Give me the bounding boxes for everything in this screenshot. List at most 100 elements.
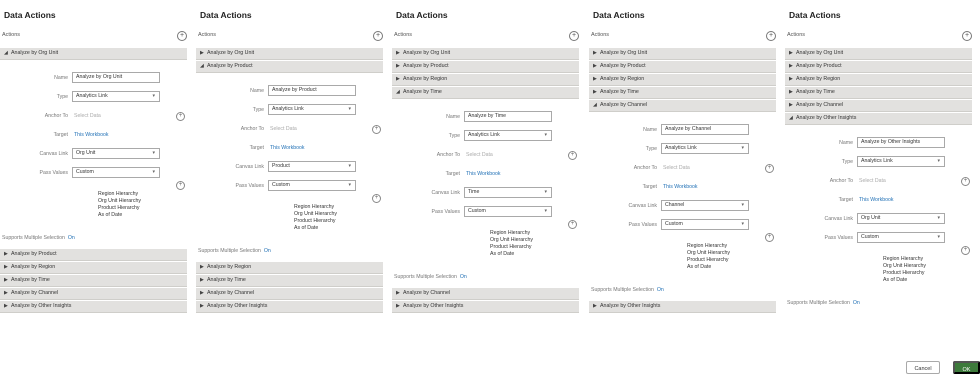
name-input[interactable]: Analyze by Other Insights [857,137,945,148]
pass-values-select[interactable]: Custom ▾ [661,219,749,230]
action-item[interactable]: ▶ Analyze by Channel [392,288,579,300]
canvas-link-select[interactable]: Org Unit ▾ [857,213,945,224]
add-action-icon[interactable]: + [766,31,776,41]
target-link[interactable]: This Workbook [270,141,305,155]
add-value-icon[interactable]: + [961,246,970,255]
anchor-select[interactable]: Select Data [74,109,101,123]
canvas-link-select[interactable]: Product ▾ [268,161,356,172]
chevron-down-icon: ▾ [544,189,547,195]
name-input[interactable]: Analyze by Time [464,111,552,122]
action-item[interactable]: ▶ Analyze by Region [785,74,972,86]
form-row: Target This Workbook [196,141,383,155]
anchor-select[interactable]: Select Data [663,161,690,175]
pass-values-label: Pass Values [235,183,264,189]
pass-values-select[interactable]: Custom ▾ [857,232,945,243]
anchor-select[interactable]: Select Data [270,122,297,136]
add-anchor-icon[interactable]: + [176,112,185,121]
add-anchor-icon[interactable]: + [765,164,774,173]
pass-values-select[interactable]: Custom ▾ [72,167,160,178]
type-select[interactable]: Analytics Link ▾ [661,143,749,154]
target-link[interactable]: This Workbook [663,180,698,194]
add-action-icon[interactable]: + [962,31,972,41]
action-item[interactable]: ▶ Analyze by Time [785,87,972,99]
type-select[interactable]: Analytics Link ▾ [464,130,552,141]
action-item[interactable]: ▶ Analyze by Channel [196,288,383,300]
action-item[interactable]: ▶ Analyze by Time [196,275,383,287]
pass-value-item: Region Hierarchy [687,243,728,249]
add-anchor-icon[interactable]: + [961,177,970,186]
anchor-select[interactable]: Select Data [466,148,493,162]
target-link[interactable]: This Workbook [859,193,894,207]
action-item[interactable]: ▶ Analyze by Org Unit [589,48,776,60]
action-item[interactable]: ▶ Analyze by Region [196,262,383,274]
canvas-link-value: Product [272,163,290,169]
action-item[interactable]: ◢ Analyze by Other Insights [785,113,972,125]
action-item[interactable]: ▶ Analyze by Product [589,61,776,73]
action-item[interactable]: ▶ Analyze by Time [0,275,187,287]
add-anchor-icon[interactable]: + [568,151,577,160]
canvas-link-select[interactable]: Time ▾ [464,187,552,198]
action-item[interactable]: ▶ Analyze by Channel [0,288,187,300]
name-input[interactable]: Analyze by Product [268,85,356,96]
action-item[interactable]: ▶ Analyze by Org Unit [392,48,579,60]
canvas-link-select[interactable]: Org Unit ▾ [72,148,160,159]
action-item[interactable]: ◢ Analyze by Org Unit [0,48,187,60]
action-item-label: Analyze by Region [207,264,252,270]
data-actions-panel: Data Actions Actions + ▶ Analyze by Org Unit… [196,0,391,379]
chevron-right-icon: ▶ [789,102,793,108]
supports-multiple-selection-toggle[interactable]: On [264,248,271,254]
chevron-right-icon: ▶ [593,89,597,95]
target-link[interactable]: This Workbook [74,128,109,142]
form-row: Type Analytics Link ▾ [196,103,383,117]
action-item[interactable]: ▶ Analyze by Region [589,74,776,86]
add-action-icon[interactable]: + [569,31,579,41]
add-action-icon[interactable]: + [373,31,383,41]
action-item[interactable]: ◢ Analyze by Time [392,87,579,99]
action-item[interactable]: ▶ Analyze by Product [785,61,972,73]
type-select[interactable]: Analytics Link ▾ [857,156,945,167]
action-item[interactable]: ▶ Analyze by Time [589,87,776,99]
pass-values-value: Custom [272,182,290,188]
action-item[interactable]: ▶ Analyze by Region [0,262,187,274]
supports-multiple-selection-toggle[interactable]: On [68,235,75,241]
add-value-icon[interactable]: + [568,220,577,229]
anchor-select[interactable]: Select Data [859,174,886,188]
add-value-icon[interactable]: + [176,181,185,190]
add-anchor-icon[interactable]: + [372,125,381,134]
add-value-icon[interactable]: + [372,194,381,203]
action-item[interactable]: ▶ Analyze by Other Insights [0,301,187,313]
chevron-right-icon: ▶ [396,50,400,56]
action-item[interactable]: ▶ Analyze by Region [392,74,579,86]
pass-values-list: Region Hierarchy Org Unit Hierarchy Produc… [490,230,533,258]
canvas-link-select[interactable]: Channel ▾ [661,200,749,211]
form-row: Target This Workbook [785,193,972,207]
pass-value-item: Product Hierarchy [490,244,532,250]
action-item[interactable]: ◢ Analyze by Channel [589,100,776,112]
add-value-icon[interactable]: + [765,233,774,242]
name-input[interactable]: Analyze by Channel [661,124,749,135]
actions-header: Actions + [394,31,579,41]
action-item[interactable]: ▶ Analyze by Channel [785,100,972,112]
supports-multiple-selection-toggle[interactable]: On [460,274,467,280]
type-select[interactable]: Analytics Link ▾ [72,91,160,102]
action-item[interactable]: ▶ Analyze by Other Insights [589,301,776,313]
action-item[interactable]: ◢ Analyze by Product [196,61,383,73]
action-item[interactable]: ▶ Analyze by Product [0,249,187,261]
add-action-icon[interactable]: + [177,31,187,41]
target-link[interactable]: This Workbook [466,167,501,181]
action-item[interactable]: ▶ Analyze by Other Insights [196,301,383,313]
supports-multiple-selection-toggle[interactable]: On [853,300,860,306]
type-select[interactable]: Analytics Link ▾ [268,104,356,115]
name-input[interactable]: Analyze by Org Unit [72,72,160,83]
pass-values-select[interactable]: Custom ▾ [464,206,552,217]
action-item[interactable]: ▶ Analyze by Other Insights [392,301,579,313]
action-item[interactable]: ▶ Analyze by Org Unit [196,48,383,60]
ok-button[interactable]: OK [953,361,980,374]
action-item[interactable]: ▶ Analyze by Product [392,61,579,73]
cancel-button[interactable]: Cancel [906,361,940,374]
supports-multiple-selection-toggle[interactable]: On [657,287,664,293]
pass-values-select[interactable]: Custom ▾ [268,180,356,191]
chevron-right-icon: ▶ [4,290,8,296]
action-item[interactable]: ▶ Analyze by Org Unit [785,48,972,60]
canvas-link-label: Canvas Link [824,216,853,222]
